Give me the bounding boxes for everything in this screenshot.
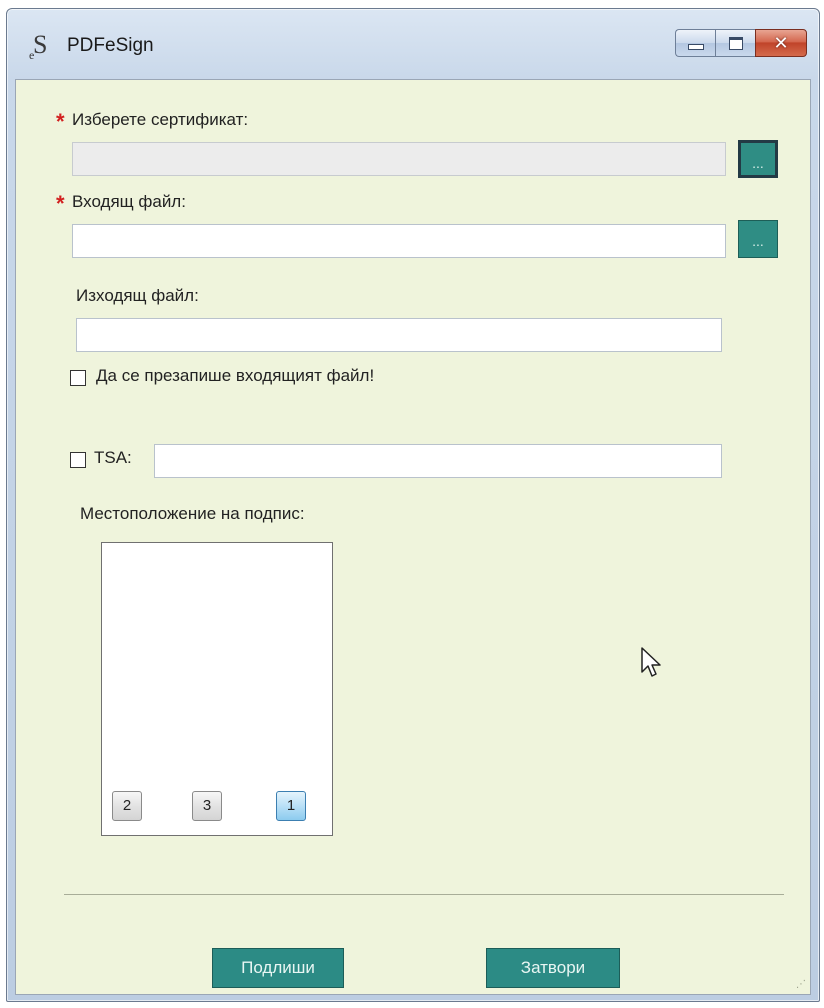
form-area: * Изберете сертификат: ... * Входящ файл… [15, 79, 811, 995]
required-marker: * [56, 191, 65, 216]
pdfesign-window: eS PDFeSign ✕ * Изберете сертификат: ...… [6, 8, 820, 1002]
title-bar[interactable]: eS PDFeSign ✕ [7, 9, 819, 77]
position-button-3[interactable]: 3 [192, 791, 222, 821]
mouse-cursor-icon [640, 646, 662, 685]
app-logo-icon: eS [29, 30, 48, 63]
overwrite-checkbox[interactable] [70, 370, 86, 386]
minimize-button[interactable] [675, 29, 715, 57]
signature-position-panel: 2 3 1 [101, 542, 333, 836]
certificate-label: Изберете сертификат: [72, 110, 249, 129]
required-marker: * [56, 109, 65, 134]
certificate-field[interactable] [72, 142, 726, 176]
sign-button[interactable]: Подлиши [212, 948, 344, 988]
window-title: PDFeSign [67, 35, 154, 56]
separator-line [64, 894, 784, 895]
input-file-label: Входящ файл: [72, 192, 186, 211]
close-icon: ✕ [773, 32, 789, 54]
close-button[interactable]: Затвори [486, 948, 620, 988]
maximize-icon [728, 36, 743, 50]
signature-position-label: Местоположение на подпис: [80, 504, 305, 523]
close-window-button[interactable]: ✕ [755, 29, 807, 57]
input-file-browse-button[interactable]: ... [738, 220, 778, 258]
output-file-label: Изходящ файл: [76, 286, 199, 305]
tsa-label: TSA: [94, 448, 132, 467]
caption-buttons: ✕ [675, 29, 807, 59]
overwrite-label: Да се презапише входящият файл! [96, 366, 375, 385]
tsa-url-field[interactable] [154, 444, 722, 478]
certificate-browse-button[interactable]: ... [738, 140, 778, 178]
tsa-checkbox[interactable] [70, 452, 86, 468]
minimize-icon [687, 44, 704, 50]
position-button-2[interactable]: 2 [112, 791, 142, 821]
output-file-field[interactable] [76, 318, 722, 352]
resize-grip-icon[interactable]: ⋰ [796, 979, 806, 990]
input-file-field[interactable] [72, 224, 726, 258]
maximize-button[interactable] [715, 29, 755, 57]
position-button-1[interactable]: 1 [276, 791, 306, 821]
